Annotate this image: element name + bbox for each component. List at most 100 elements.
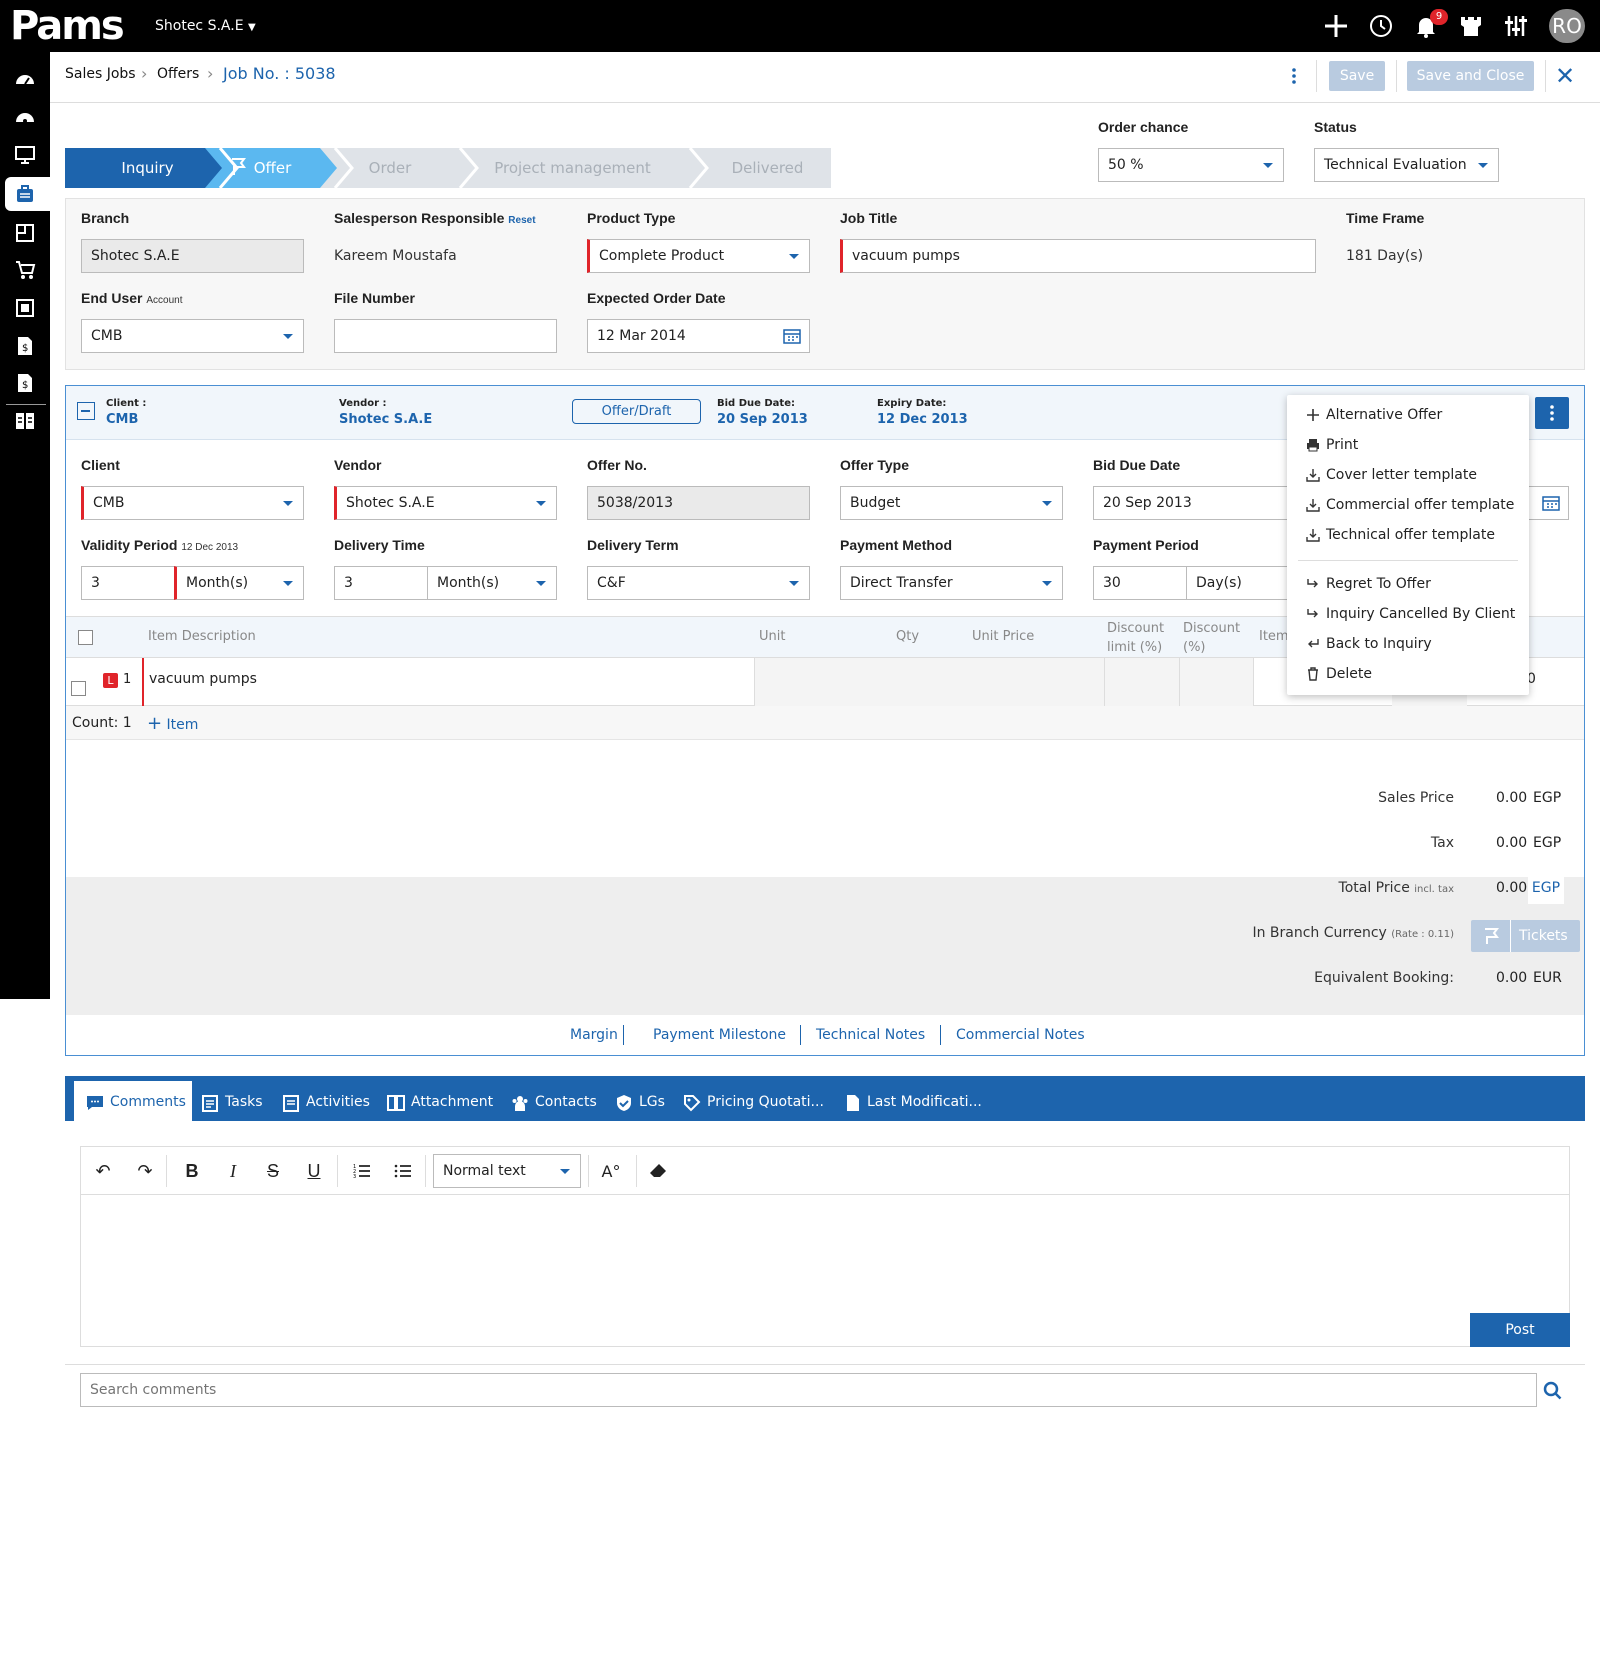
more-vert-icon[interactable] (1288, 64, 1300, 88)
row-discount-cell[interactable] (1179, 658, 1254, 706)
step-inquiry[interactable]: Inquiry (85, 148, 210, 188)
briefcase-icon[interactable] (10, 179, 40, 209)
text-format-select[interactable]: Normal text (433, 1154, 581, 1188)
reset-link[interactable]: Reset (508, 215, 535, 226)
technical-notes-link[interactable]: Technical Notes (816, 1027, 925, 1043)
bullet-list-icon[interactable] (391, 1159, 415, 1183)
menu-item-print[interactable]: Print (1306, 431, 1358, 459)
menu-item-alternative-offer[interactable]: Alternative Offer (1306, 401, 1442, 429)
tab-last-modification[interactable]: Last Modificati... (845, 1084, 982, 1121)
order-chance-select[interactable]: 50 % (1098, 148, 1284, 182)
undo-icon[interactable]: ↶ (91, 1159, 115, 1183)
col-discount-limit[interactable]: Discount limit (%) (1107, 619, 1169, 657)
save-and-close-button[interactable]: Save and Close (1407, 61, 1534, 91)
col-discount[interactable]: Discount (%) (1183, 619, 1245, 657)
file-number-input[interactable] (334, 319, 557, 353)
app-logo[interactable]: Pams (10, 4, 125, 48)
add-item-button[interactable]: + Item (147, 713, 198, 734)
validity-period-input[interactable]: 3 (81, 566, 176, 600)
row-description[interactable]: vacuum pumps (149, 671, 257, 687)
tab-comments[interactable]: Comments (86, 1084, 186, 1121)
offer-actions-button[interactable] (1535, 397, 1569, 429)
italic-icon[interactable]: I (221, 1159, 245, 1183)
bill-icon[interactable]: $ (10, 368, 40, 398)
menu-item-technical-offer-template[interactable]: Technical offer template (1306, 521, 1495, 549)
post-button[interactable]: Post (1470, 1313, 1570, 1347)
tab-tasks[interactable]: Tasks (201, 1084, 263, 1121)
breadcrumb-sales-jobs[interactable]: Sales Jobs (65, 66, 136, 82)
save-button[interactable]: Save (1329, 61, 1385, 91)
step-project-management[interactable]: Project management (480, 148, 665, 188)
font-size-icon[interactable]: A° (599, 1159, 623, 1183)
redo-icon[interactable]: ↷ (133, 1159, 157, 1183)
search-icon[interactable] (1543, 1381, 1563, 1401)
reports-icon[interactable] (10, 406, 40, 436)
company-selector[interactable]: Shotec S.A.E ▼ (155, 18, 256, 34)
col-unit-price[interactable]: Unit Price (972, 629, 1034, 644)
step-offer[interactable]: Offer (250, 148, 295, 188)
menu-item-commercial-offer-template[interactable]: Commercial offer template (1306, 491, 1514, 519)
tab-activities[interactable]: Activities (282, 1084, 370, 1121)
step-order[interactable]: Order (345, 148, 435, 188)
tab-lgs[interactable]: LGs (615, 1084, 665, 1121)
monitor-icon[interactable] (10, 140, 40, 170)
add-icon[interactable] (1320, 10, 1352, 42)
cart-icon[interactable] (10, 255, 40, 285)
row-discount-limit-cell[interactable] (1104, 658, 1179, 706)
transfer-icon[interactable] (10, 218, 40, 248)
history-icon[interactable] (1365, 10, 1397, 42)
step-delivered[interactable]: Delivered (710, 148, 825, 188)
validity-period-unit-select[interactable]: Month(s) (174, 566, 304, 600)
speedometer-icon[interactable] (10, 103, 40, 133)
tickets-button[interactable]: Tickets (1471, 920, 1580, 952)
product-type-select[interactable]: Complete Product (587, 239, 810, 273)
vendor-select[interactable]: Shotec S.A.E (334, 486, 557, 520)
avatar[interactable]: RO (1549, 9, 1585, 43)
row-checkbox[interactable] (71, 681, 86, 696)
col-item[interactable]: Item (1259, 629, 1289, 644)
menu-item-inquiry-cancelled[interactable]: Inquiry Cancelled By Client (1306, 600, 1515, 628)
invoice-icon[interactable]: $ (10, 331, 40, 361)
delivery-time-input[interactable]: 3 (334, 566, 429, 600)
payment-period-input[interactable]: 30 (1093, 566, 1188, 600)
tab-contacts[interactable]: Contacts (511, 1084, 597, 1121)
col-item-description[interactable]: Item Description (148, 629, 256, 644)
eraser-icon[interactable] (646, 1159, 670, 1183)
payment-milestone-link[interactable]: Payment Milestone (653, 1027, 786, 1043)
breadcrumb-offers[interactable]: Offers (157, 66, 199, 82)
margin-link[interactable]: Margin (570, 1027, 618, 1043)
close-icon[interactable]: ✕ (1555, 64, 1575, 88)
status-select[interactable]: Technical Evaluation (1314, 148, 1499, 182)
menu-item-regret-to-offer[interactable]: Regret To Offer (1306, 570, 1431, 598)
row-unit-qty-price-cell[interactable] (754, 658, 1104, 706)
bold-icon[interactable]: B (180, 1159, 204, 1183)
total-price-currency[interactable]: EGP (1528, 872, 1564, 904)
tab-attachment[interactable]: Attachment (387, 1084, 493, 1121)
dashboard-icon[interactable] (10, 65, 40, 95)
client-select[interactable]: CMB (81, 486, 304, 520)
search-comments-input[interactable] (80, 1373, 1537, 1407)
col-unit[interactable]: Unit (759, 629, 785, 644)
exchange-icon[interactable] (10, 293, 40, 323)
menu-item-delete[interactable]: Delete (1306, 660, 1372, 688)
delivery-term-select[interactable]: C&F (587, 566, 810, 600)
menu-item-back-to-inquiry[interactable]: Back to Inquiry (1306, 630, 1432, 658)
expected-order-date-input[interactable]: 12 Mar 2014 (587, 319, 810, 353)
collapse-icon[interactable] (77, 402, 95, 420)
commercial-notes-link[interactable]: Commercial Notes (956, 1027, 1085, 1043)
job-title-input[interactable]: vacuum pumps (840, 239, 1316, 273)
settings-sliders-icon[interactable] (1500, 10, 1532, 42)
col-qty[interactable]: Qty (896, 629, 919, 644)
payment-method-select[interactable]: Direct Transfer (840, 566, 1063, 600)
underline-icon[interactable]: U (302, 1159, 326, 1183)
calendar-icon[interactable] (783, 328, 801, 344)
ordered-list-icon[interactable]: 123 (350, 1159, 374, 1183)
select-all-checkbox[interactable] (78, 630, 93, 645)
calendar-icon[interactable] (1542, 495, 1560, 511)
end-user-select[interactable]: CMB (81, 319, 304, 353)
offer-type-select[interactable]: Budget (840, 486, 1063, 520)
delivery-time-unit-select[interactable]: Month(s) (427, 566, 557, 600)
castle-icon[interactable] (1455, 10, 1487, 42)
menu-item-cover-letter-template[interactable]: Cover letter template (1306, 461, 1477, 489)
tab-pricing-quotation[interactable]: Pricing Quotati... (683, 1084, 824, 1121)
